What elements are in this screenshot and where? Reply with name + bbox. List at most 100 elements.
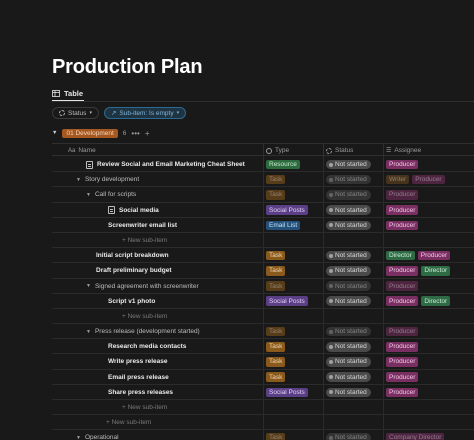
table-row[interactable]: Script v1 photo Social Posts Not started Pr… [52,293,474,309]
row-name[interactable]: Script v1 photo [108,294,155,309]
type-cell[interactable] [263,232,323,248]
assignee-cell[interactable]: Producer [383,278,474,294]
expand-toggle-icon[interactable]: ▼ [86,329,91,335]
table-row[interactable]: Review Social and Email Marketing Cheat … [52,157,474,173]
row-name[interactable]: ▼ Signed agreement with screenwriter [86,279,199,294]
type-cell[interactable]: Task [263,354,323,370]
table-row[interactable]: Write press release Task Not started Produc… [52,354,474,370]
row-name[interactable]: Initial script breakdown [96,248,169,263]
status-cell[interactable]: Not started [323,263,383,279]
expand-toggle-icon[interactable]: ▼ [86,283,91,289]
row-name[interactable]: Social media [108,203,159,218]
status-cell[interactable] [323,415,383,431]
assignee-cell[interactable]: Producer [383,187,474,203]
table-row[interactable]: ▼ Story development Task Not started Writer P… [52,172,474,188]
type-cell[interactable]: Social Posts [263,202,323,218]
type-cell[interactable]: Task [263,187,323,203]
status-cell[interactable]: Not started [323,384,383,400]
type-cell[interactable]: Task [263,430,323,440]
table-row[interactable]: Research media contacts Task Not started Pr… [52,339,474,355]
type-cell[interactable]: Task [263,248,323,264]
type-cell[interactable] [263,400,323,415]
row-name[interactable]: ▼ Story development [76,172,139,187]
status-cell[interactable]: Not started [323,354,383,370]
table-row[interactable]: Screenwriter email list Email List Not sta… [52,217,474,233]
row-name[interactable]: Share press releases [108,385,173,400]
column-name[interactable]: Aa Name [68,144,96,157]
row-name[interactable]: Review Social and Email Marketing Cheat … [86,157,245,172]
assignee-cell[interactable] [383,400,474,415]
type-cell[interactable]: Task [263,339,323,355]
type-cell[interactable]: Task [263,369,323,385]
column-status[interactable]: Status [323,144,353,157]
new-sub-item-row[interactable]: + New sub-item [52,415,474,431]
new-sub-item-row[interactable]: + New sub-item [52,308,474,325]
new-sub-item-button[interactable]: + New sub-item [122,309,167,324]
type-cell[interactable]: Resource [263,157,323,172]
type-cell[interactable]: Email List [263,217,323,233]
assignee-cell[interactable]: Producer Director [383,263,474,279]
status-cell[interactable]: Not started [323,324,383,340]
assignee-cell[interactable]: Producer [383,202,474,218]
status-cell[interactable]: Not started [323,172,383,188]
row-name[interactable]: Email press release [108,370,169,385]
type-cell[interactable] [263,308,323,324]
assignee-cell[interactable] [383,308,474,324]
new-sub-item-row[interactable]: + New sub-item [52,232,474,249]
expand-toggle-icon[interactable]: ▼ [86,192,91,198]
type-cell[interactable] [263,415,323,431]
table-row[interactable]: Initial script breakdown Task Not started D… [52,248,474,264]
status-cell[interactable]: Not started [323,339,383,355]
table-row[interactable]: Draft preliminary budget Task Not started P… [52,263,474,279]
type-cell[interactable]: Social Posts [263,293,323,309]
expand-toggle-icon[interactable]: ▼ [76,177,81,183]
status-cell[interactable]: Not started [323,430,383,440]
type-cell[interactable]: Task [263,172,323,188]
column-type[interactable]: Type [263,144,289,157]
status-cell[interactable]: Not started [323,157,383,172]
assignee-cell[interactable]: Producer [383,339,474,355]
table-row[interactable]: ▼ Signed agreement with screenwriter Task N… [52,278,474,294]
subitem-filter-button[interactable]: ↗ Sub-item: Is empty ▾ [103,107,187,119]
row-name[interactable]: Research media contacts [108,339,186,354]
status-cell[interactable]: Not started [323,369,383,385]
status-cell[interactable] [323,400,383,415]
assignee-cell[interactable]: Producer [383,354,474,370]
assignee-cell[interactable]: Writer Producer [383,172,474,188]
status-cell[interactable]: Not started [323,293,383,309]
status-cell[interactable] [323,232,383,248]
status-cell[interactable]: Not started [323,217,383,233]
assignee-cell[interactable] [383,415,474,431]
assignee-cell[interactable]: Producer [383,217,474,233]
assignee-cell[interactable]: Producer [383,324,474,340]
group-toggle-icon[interactable]: ▼ [52,130,57,136]
table-row[interactable]: Social media Social Posts Not started Produ… [52,202,474,218]
table-row[interactable]: Email press release Task Not started Produc… [52,369,474,385]
assignee-cell[interactable]: Producer Director [383,293,474,309]
assignee-cell[interactable]: Company Director [383,430,474,440]
add-icon[interactable]: + [145,129,150,138]
row-name[interactable]: Draft preliminary budget [96,263,171,278]
new-sub-item-button[interactable]: + New sub-item [122,233,167,248]
table-row[interactable]: ▼ Press release (development started) Task… [52,324,474,340]
row-name[interactable]: Screenwriter email list [108,218,177,233]
assignee-cell[interactable]: Producer [383,369,474,385]
tab-table[interactable]: Table [64,89,83,98]
status-cell[interactable]: Not started [323,187,383,203]
new-sub-item-button[interactable]: + New sub-item [122,400,167,415]
type-cell[interactable]: Social Posts [263,384,323,400]
row-name[interactable]: ▼ Press release (development started) [86,324,200,339]
expand-toggle-icon[interactable]: ▼ [76,435,81,440]
more-icon[interactable]: ••• [131,129,139,138]
status-cell[interactable]: Not started [323,202,383,218]
new-sub-item-button[interactable]: + New sub-item [106,415,151,430]
assignee-cell[interactable]: Director Producer [383,248,474,264]
status-cell[interactable] [323,308,383,324]
table-row[interactable]: Share press releases Social Posts Not star… [52,384,474,400]
row-name[interactable]: ▼ Operational [76,430,119,440]
table-row[interactable]: ▼ Operational Task Not started Company Direc… [52,430,474,440]
type-cell[interactable]: Task [263,324,323,340]
row-name[interactable]: Write press release [108,354,168,369]
table-row[interactable]: ▼ Call for scripts Task Not started Producer [52,187,474,203]
assignee-cell[interactable] [383,232,474,248]
